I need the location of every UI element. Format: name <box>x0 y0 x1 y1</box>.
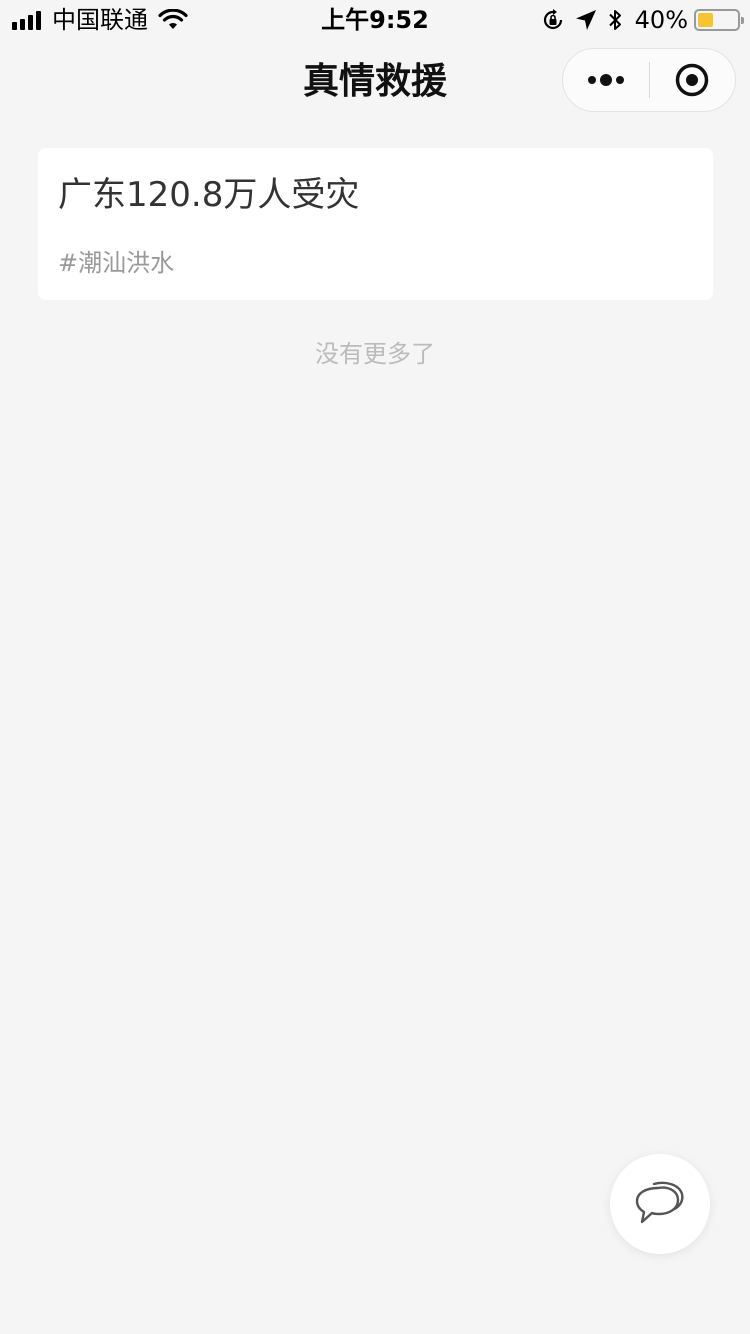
more-dots-icon <box>586 74 626 86</box>
news-card-title: 广东120.8万人受灾 <box>58 175 360 215</box>
nav-bar: 真情救援 <box>0 40 750 124</box>
battery-percent: 40% <box>634 6 688 34</box>
bluetooth-icon <box>608 10 621 30</box>
more-button[interactable] <box>563 48 649 112</box>
close-button[interactable] <box>650 48 736 112</box>
status-bar: 中国联通 上午9:52 40% <box>0 0 750 40</box>
status-right: 40% <box>531 6 744 34</box>
news-card[interactable]: 广东120.8万人受灾 #潮汕洪水 <box>38 148 713 300</box>
battery-icon <box>694 9 744 31</box>
no-more-text: 没有更多了 <box>315 340 435 368</box>
orientation-lock-icon <box>543 9 562 30</box>
battery-fill <box>698 13 714 27</box>
news-card-tag[interactable]: #潮汕洪水 <box>58 246 693 280</box>
location-arrow-icon <box>575 10 596 30</box>
close-target-icon <box>676 63 709 97</box>
screen: 中国联通 上午9:52 40% 真情救援 广东120.8万人受灾 #潮汕洪水 没… <box>0 0 750 1334</box>
chat-bubbles-icon <box>635 1181 684 1224</box>
chat-button[interactable] <box>610 1154 710 1254</box>
miniprogram-capsule <box>562 48 736 112</box>
